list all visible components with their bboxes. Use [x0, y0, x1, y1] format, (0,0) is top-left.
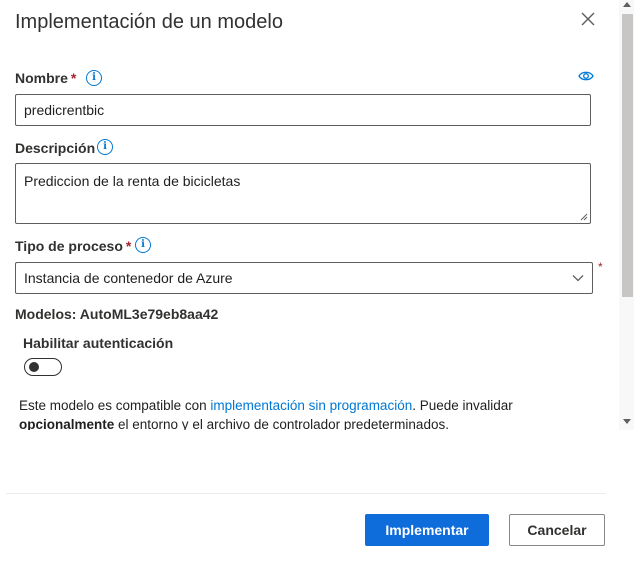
name-label: Nombre *	[15, 70, 76, 86]
note-suffix: el entorno y el archivo de controlador p…	[114, 417, 449, 430]
compute-type-selected: Instancia de contenedor de Azure	[24, 270, 233, 286]
name-input[interactable]: predicrentbic	[15, 94, 591, 126]
scrollbar-thumb[interactable]	[622, 14, 633, 297]
compute-type-dropdown[interactable]: Instancia de contenedor de Azure	[15, 262, 593, 294]
description-text: Prediccion de la renta de bicicletas	[24, 173, 241, 189]
info-icon[interactable]: i	[97, 139, 113, 155]
eye-icon[interactable]	[578, 70, 594, 82]
compute-type-label-text: Tipo de proceso	[15, 238, 123, 254]
no-code-deploy-link[interactable]: implementación sin programación	[210, 398, 412, 413]
note-middle: . Puede invalidar	[412, 398, 513, 413]
required-mark: *	[125, 238, 132, 254]
note-prefix: Este modelo es compatible con	[19, 398, 211, 413]
form-scroll-area[interactable]: Nombre * i predicrentbic Descripción i Pr…	[0, 56, 620, 430]
resize-handle-icon[interactable]	[580, 213, 588, 221]
scrollbar[interactable]	[619, 0, 634, 430]
compatibility-note: Este modelo es compatible con implementa…	[19, 396, 609, 430]
description-textarea[interactable]: Prediccion de la renta de bicicletas	[15, 163, 591, 224]
compute-type-label: Tipo de proceso *	[15, 238, 131, 254]
cancel-button[interactable]: Cancelar	[509, 514, 605, 546]
footer-divider	[6, 493, 606, 494]
auth-label: Habilitar autenticación	[23, 335, 174, 351]
dialog-title: Implementación de un modelo	[15, 11, 283, 33]
auth-toggle[interactable]	[24, 358, 62, 376]
deploy-model-dialog: Implementación de un modelo Nombre * i pr…	[0, 0, 634, 576]
description-label: Descripción	[15, 140, 96, 156]
toggle-knob	[29, 362, 39, 372]
name-label-text: Nombre	[15, 70, 68, 86]
scroll-down-icon[interactable]	[623, 419, 631, 424]
deploy-button[interactable]: Implementar	[365, 514, 489, 546]
models-text: Modelos: AutoML3e79eb8aa42	[15, 306, 219, 322]
required-mark: *	[70, 70, 77, 86]
scroll-up-icon[interactable]	[623, 2, 631, 7]
info-icon[interactable]: i	[135, 237, 151, 253]
note-bold: opcionalmente	[19, 417, 115, 430]
close-icon[interactable]	[578, 9, 598, 29]
info-icon[interactable]: i	[86, 70, 102, 86]
chevron-down-icon	[572, 275, 584, 282]
required-mark: *	[598, 260, 603, 274]
